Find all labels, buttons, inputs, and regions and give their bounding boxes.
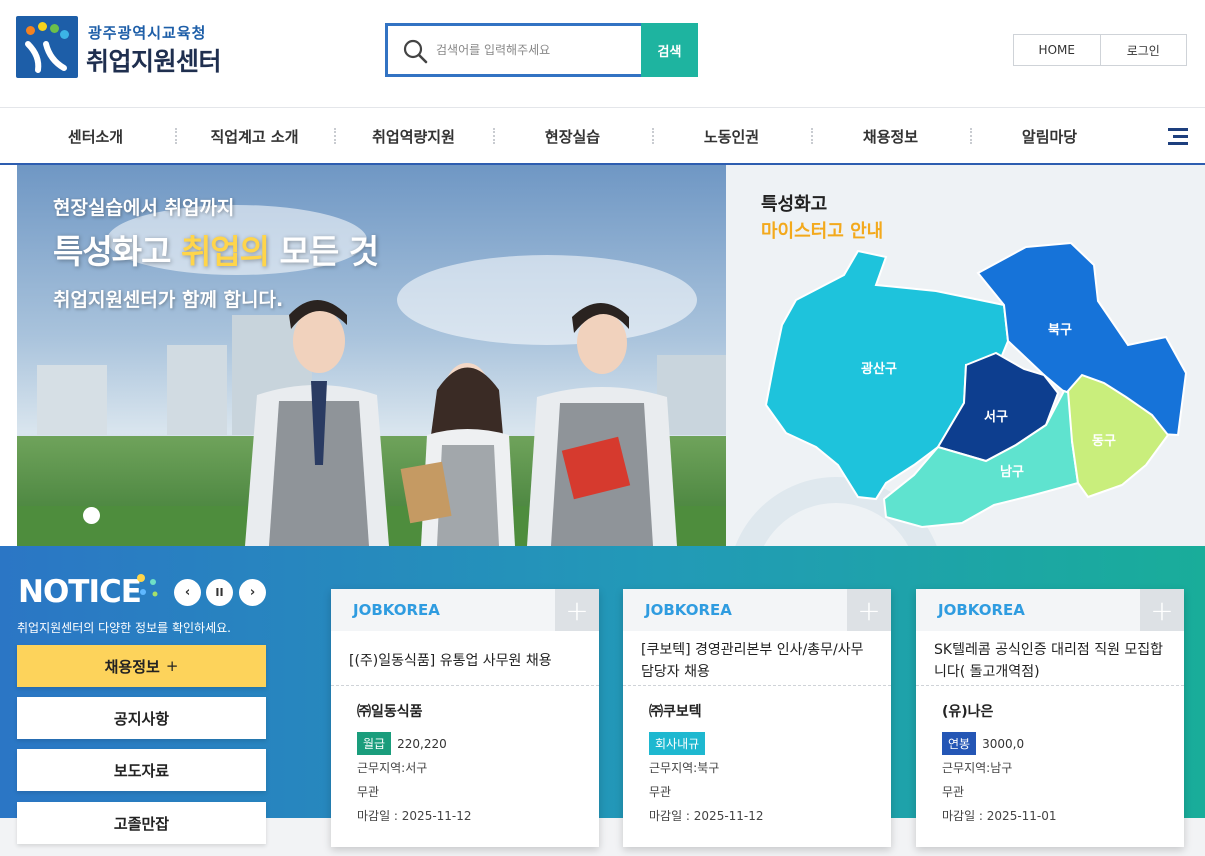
hero-headline-highlight: 취업의: [180, 232, 270, 271]
map-title: 특성화고: [761, 194, 828, 215]
nav-item-employment-support[interactable]: 취업역량지원: [334, 108, 493, 164]
tab-job-info[interactable]: 채용정보 +: [17, 645, 266, 687]
school-map-panel: 광산구 북구 서구 남구 동구 특성화고 마이스터고 안내: [726, 165, 1205, 546]
district-label-buk: 북구: [1048, 323, 1072, 338]
job-title-link[interactable]: SK텔레콤 공식인증 대리점 직원 모집합니다( 돌고개역점): [934, 637, 1164, 685]
search-button[interactable]: 검색: [641, 23, 698, 77]
hero-tagline: 현장실습에서 취업까지: [53, 197, 235, 219]
tab-high-school-jobs[interactable]: 고졸만잡: [17, 802, 266, 844]
students-illustration: [245, 300, 677, 546]
nav-item-center-intro[interactable]: 센터소개: [16, 108, 175, 164]
more-plus-button[interactable]: +: [1140, 589, 1184, 631]
login-link[interactable]: 로그인: [1099, 35, 1187, 65]
pause-button[interactable]: II: [206, 579, 233, 606]
job-source: JOBKOREA: [938, 601, 1025, 619]
more-plus-button[interactable]: +: [555, 589, 599, 631]
job-source: JOBKOREA: [645, 601, 732, 619]
pay-info: 월급 220,220: [357, 732, 447, 755]
company-name: (유)나은: [942, 704, 994, 720]
notice-dots-icon: [137, 574, 158, 597]
tab-press-releases[interactable]: 보도자료: [17, 749, 266, 791]
site-title: 취업지원센터: [86, 47, 222, 76]
work-region: 근무지역:서구: [357, 761, 428, 775]
site-logo[interactable]: 광주광역시교육청 취업지원센터: [16, 16, 236, 80]
pay-value: 220,220: [397, 736, 447, 751]
header: 광주광역시교육청 취업지원센터 검색 HOME 로그인: [0, 0, 1205, 107]
job-card: JOBKOREA + [쿠보텍] 경영관리본부 인사/총무/사무 담당자 채용 …: [623, 589, 891, 847]
pay-info: 연봉 3000,0: [942, 732, 1024, 755]
notice-section: NOTICE ‹ II › 취업지원센터의 다양한 정보를 확인하세요. 채용정…: [0, 546, 1205, 856]
job-title-link[interactable]: [(주)일동식품] 유통업 사무원 채용: [349, 637, 579, 685]
company-name: ㈜일동식품: [357, 704, 423, 720]
hero-headline-part1: 특성화고: [53, 232, 181, 271]
next-button[interactable]: ›: [239, 579, 266, 606]
work-region: 근무지역:남구: [942, 761, 1013, 775]
deadline: 마감일 : 2025-11-12: [649, 809, 764, 823]
tab-label: 채용정보: [104, 657, 160, 676]
pay-type-badge: 회사내규: [649, 732, 706, 755]
nav-item-field-training[interactable]: 현장실습: [493, 108, 652, 164]
notice-description: 취업지원센터의 다양한 정보를 확인하세요.: [17, 621, 231, 635]
nav-item-labor-rights[interactable]: 노동인권: [652, 108, 811, 164]
deadline: 마감일 : 2025-11-12: [357, 809, 472, 823]
tab-announcements[interactable]: 공지사항: [17, 697, 266, 739]
career-requirement: 무관: [357, 785, 380, 799]
hero-banner: 현장실습에서 취업까지 특성화고 취업의 모든 것 취업지원센터가 함께 합니다…: [17, 165, 726, 546]
more-plus-button[interactable]: +: [847, 589, 891, 631]
work-region: 근무지역:북구: [649, 761, 720, 775]
hero-headline-part2: 모든 것: [269, 232, 380, 271]
district-label-nam: 남구: [1000, 464, 1024, 480]
career-requirement: 무관: [649, 785, 672, 799]
hero-headline: 특성화고 취업의 모든 것: [53, 225, 380, 273]
district-label-dong: 동구: [1092, 434, 1116, 449]
logo-emblem-icon: [16, 16, 78, 78]
job-source: JOBKOREA: [353, 601, 440, 619]
search-input[interactable]: [436, 26, 636, 74]
job-title-link[interactable]: [쿠보텍] 경영관리본부 인사/총무/사무 담당자 채용: [641, 637, 871, 685]
nav-item-vocational-school[interactable]: 직업계고 소개: [175, 108, 334, 164]
nav-item-notice-board[interactable]: 알림마당: [970, 108, 1129, 164]
pay-info: 회사내규: [649, 732, 711, 755]
prev-button[interactable]: ‹: [174, 579, 201, 606]
slide-indicator-dot[interactable]: [83, 507, 100, 524]
career-requirement: 무관: [942, 785, 965, 799]
nav-item-job-info[interactable]: 채용정보: [811, 108, 970, 164]
org-name: 광주광역시교육청: [88, 24, 207, 42]
company-name: ㈜쿠보텍: [649, 704, 702, 720]
pay-type-badge: 연봉: [942, 732, 977, 755]
utility-links: HOME 로그인: [1013, 34, 1187, 66]
search-box: 검색: [385, 23, 698, 77]
job-card: JOBKOREA + SK텔레콤 공식인증 대리점 직원 모집합니다( 돌고개역…: [916, 589, 1184, 847]
plus-icon: +: [165, 657, 179, 675]
search-icon: [403, 39, 428, 64]
district-label-seo: 서구: [984, 410, 1008, 425]
menu-icon[interactable]: [1168, 128, 1188, 146]
map-subtitle: 마이스터고 안내: [761, 221, 884, 242]
hero-subline: 취업지원센터가 함께 합니다.: [53, 289, 284, 311]
home-link[interactable]: HOME: [1014, 35, 1100, 65]
main-navigation: 센터소개 직업계고 소개 취업역량지원 현장실습 노동인권 채용정보 알림마당: [0, 107, 1205, 165]
pay-value: 3000,0: [982, 736, 1025, 751]
deadline: 마감일 : 2025-11-01: [942, 809, 1057, 823]
district-label-gwangsan: 광산구: [861, 361, 897, 377]
job-card: JOBKOREA + [(주)일동식품] 유통업 사무원 채용 ㈜일동식품 월급…: [331, 589, 599, 847]
pay-type-badge: 월급: [357, 732, 392, 755]
notice-title: NOTICE: [18, 574, 142, 610]
